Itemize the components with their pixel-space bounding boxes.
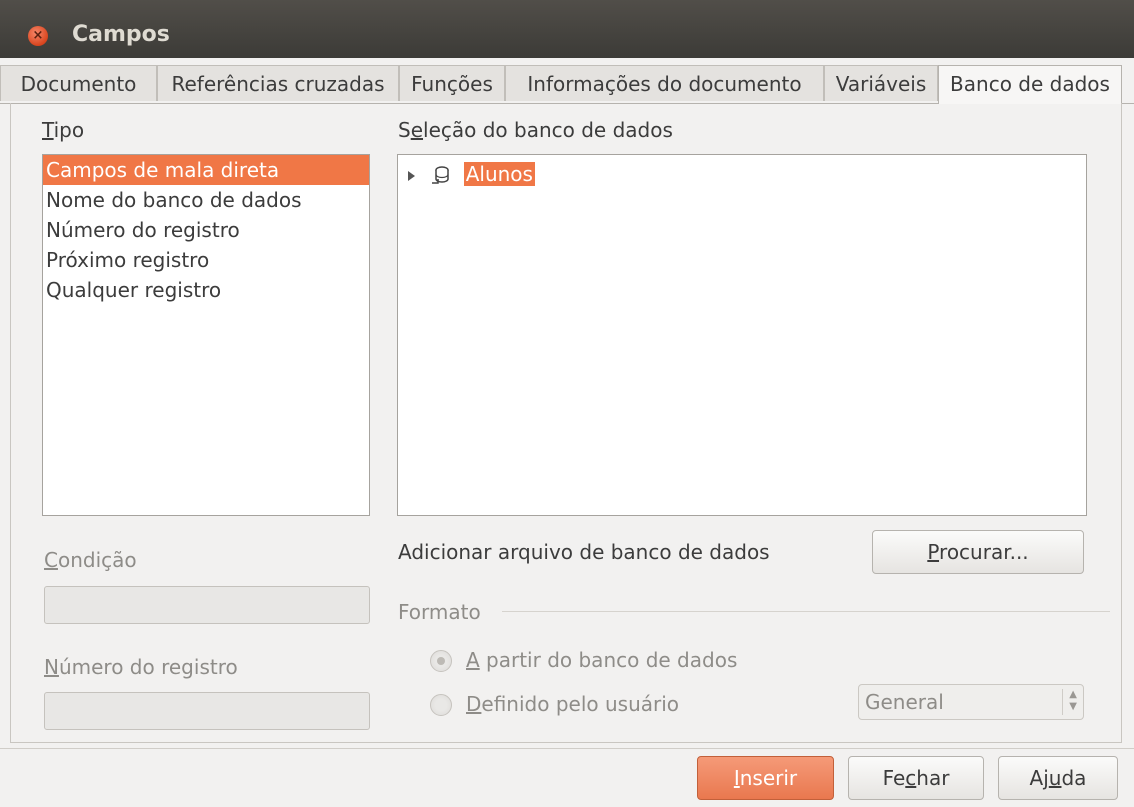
tipo-label: Tipo xyxy=(42,118,85,142)
tab-banco-de-dados[interactable]: Banco de dados xyxy=(938,65,1122,104)
tab-informacoes-do-documento[interactable]: Informações do documento xyxy=(505,65,824,101)
close-icon[interactable]: × xyxy=(28,26,48,46)
tab-referencias-cruzadas[interactable]: Referências cruzadas xyxy=(157,65,399,101)
radio-a-partir-do-banco[interactable] xyxy=(430,650,452,672)
selecao-label: Seleção do banco de dados xyxy=(398,118,673,142)
database-icon xyxy=(432,165,450,184)
inserir-button[interactable]: Inserir xyxy=(697,756,834,800)
database-tree[interactable]: Alunos xyxy=(397,154,1087,516)
title-bar: × Campos xyxy=(0,0,1134,58)
list-item[interactable]: Qualquer registro xyxy=(43,275,369,305)
tipo-list[interactable]: Campos de mala direta Nome do banco de d… xyxy=(42,154,370,516)
list-item[interactable]: Próximo registro xyxy=(43,245,369,275)
format-combo[interactable]: General ▲ ▼ xyxy=(858,684,1084,720)
format-combo-value: General xyxy=(865,690,944,714)
tab-bar: Documento Referências cruzadas Funções I… xyxy=(0,65,1134,104)
list-item[interactable]: Número do registro xyxy=(43,215,369,245)
procurar-button[interactable]: Procurar... xyxy=(872,530,1084,574)
adicionar-label: Adicionar arquivo de banco de dados xyxy=(398,540,770,564)
formato-separator xyxy=(502,611,1110,612)
condicao-field[interactable] xyxy=(44,586,370,624)
radio-a-partir-do-banco-label: A partir do banco de dados xyxy=(466,648,738,672)
formato-label: Formato xyxy=(398,600,481,624)
fechar-button[interactable]: Fechar xyxy=(848,756,984,800)
radio-definido-pelo-usuario-label: Definido pelo usuário xyxy=(466,692,680,716)
tab-variaveis[interactable]: Variáveis xyxy=(824,65,938,101)
tree-item-label[interactable]: Alunos xyxy=(463,162,535,186)
numero-registro-label: Número do registro xyxy=(44,655,238,679)
window-title: Campos xyxy=(72,22,170,47)
bottom-separator xyxy=(0,748,1134,749)
numero-registro-field[interactable] xyxy=(44,692,370,730)
list-item[interactable]: Nome do banco de dados xyxy=(43,185,369,215)
ajuda-button[interactable]: Ajuda xyxy=(998,756,1118,800)
tab-funcoes[interactable]: Funções xyxy=(399,65,505,101)
tab-documento[interactable]: Documento xyxy=(0,65,157,101)
list-item[interactable]: Campos de mala direta xyxy=(43,155,369,185)
expand-arrow-icon[interactable] xyxy=(408,170,415,181)
spin-arrows-icon[interactable]: ▲ ▼ xyxy=(1062,689,1077,715)
condicao-label: Condição xyxy=(44,548,137,572)
radio-definido-pelo-usuario[interactable] xyxy=(430,694,452,716)
tree-item[interactable]: Alunos xyxy=(408,160,535,188)
